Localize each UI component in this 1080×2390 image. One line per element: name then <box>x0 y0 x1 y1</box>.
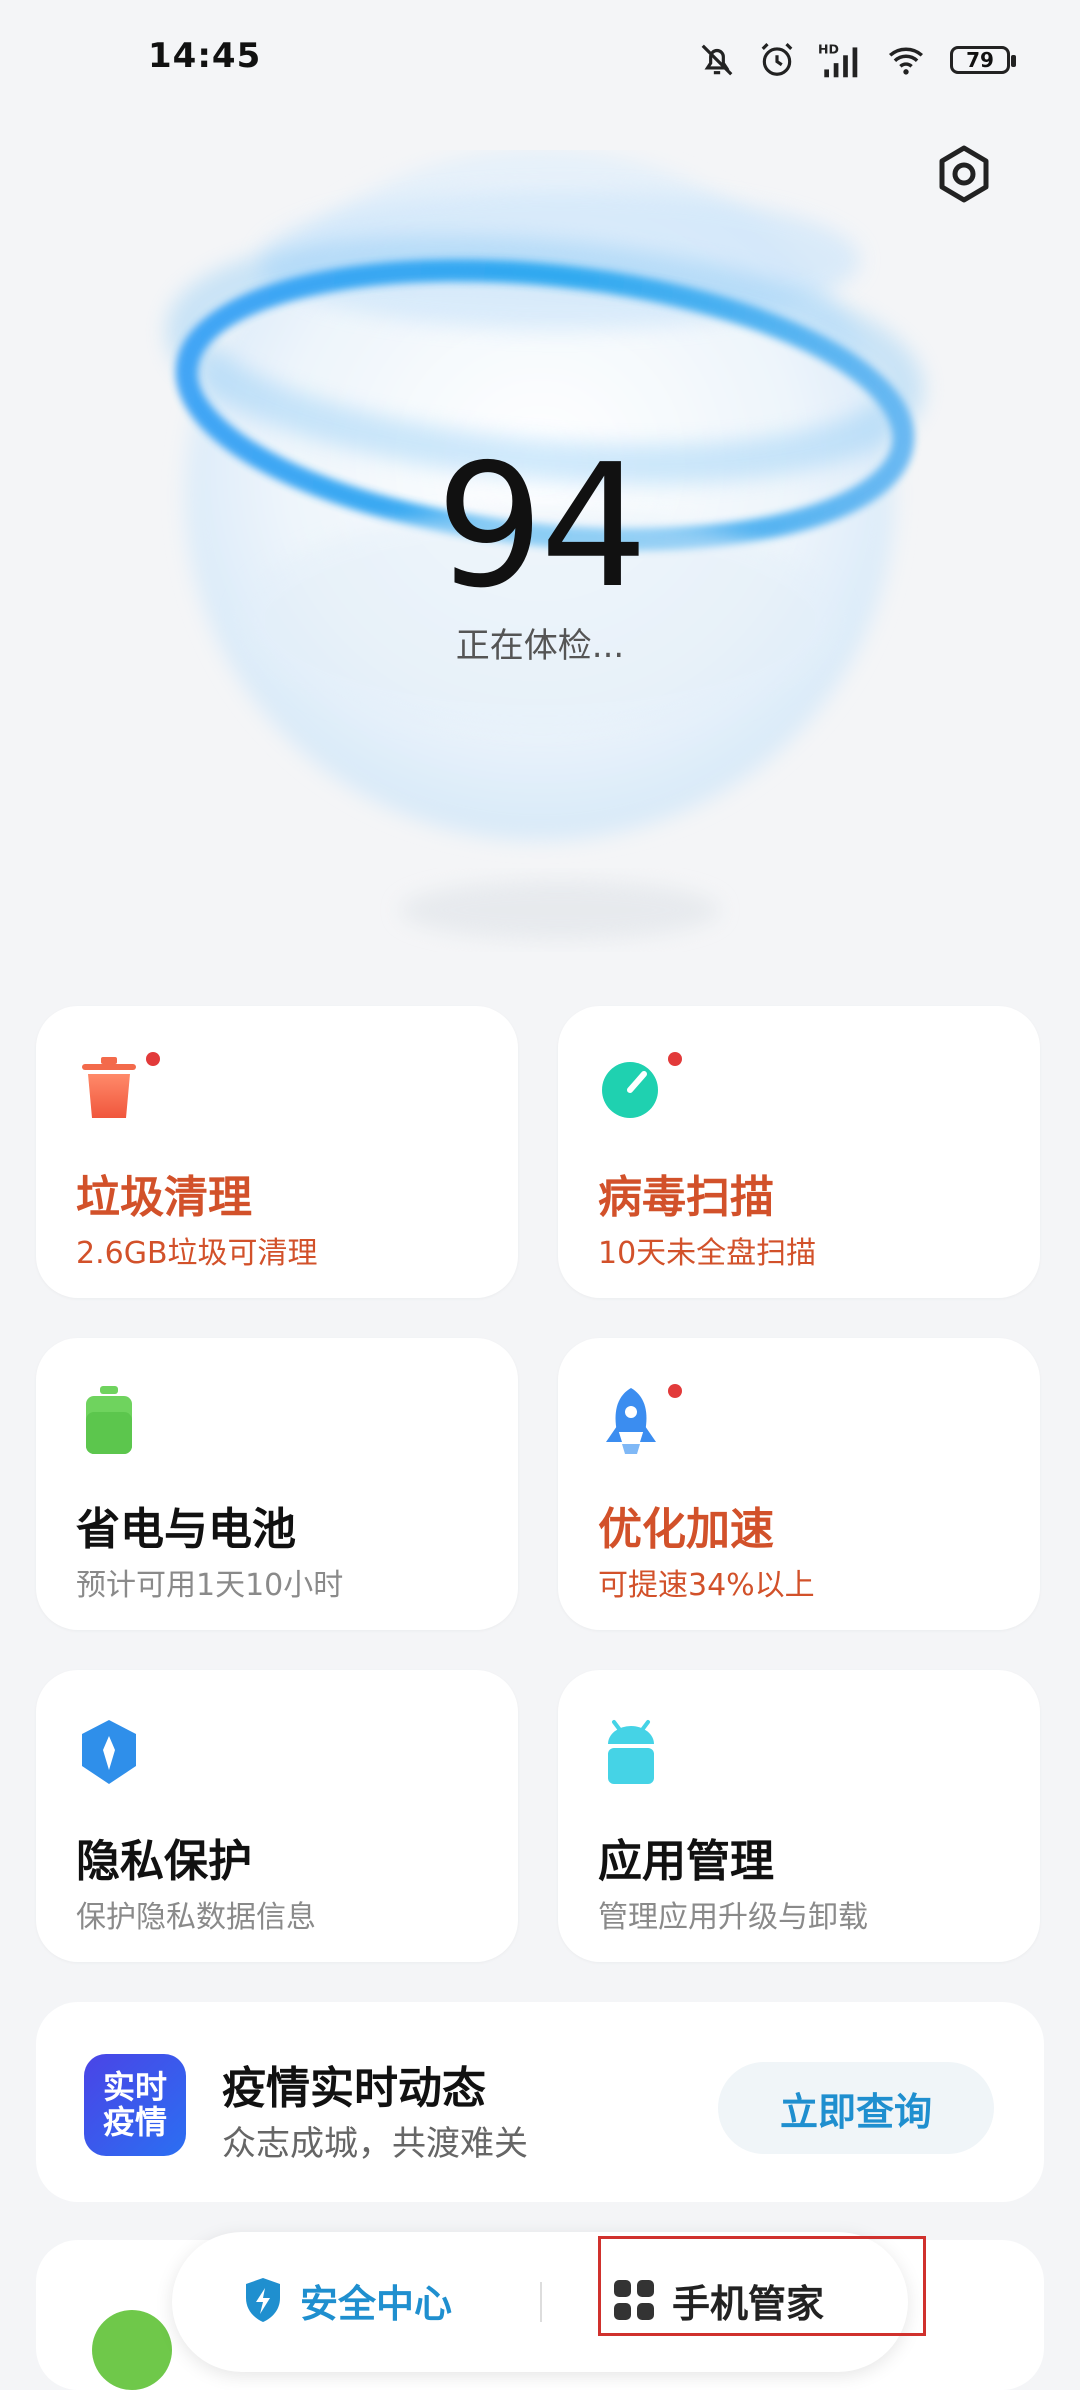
svg-text:HD: HD <box>818 42 839 57</box>
card-app-manage[interactable]: 应用管理 管理应用升级与卸载 <box>558 1670 1040 1962</box>
card-subtitle: 10天未全盘扫描 <box>598 1236 817 1271</box>
red-dot-badge <box>668 1052 682 1066</box>
card-subtitle: 管理应用升级与卸载 <box>598 1900 868 1935</box>
status-time: 14:45 <box>148 36 262 76</box>
shield-lightning-icon <box>246 2278 280 2322</box>
android-app-icon <box>608 1720 654 1784</box>
card-virus-scan[interactable]: 病毒扫描 10天未全盘扫描 <box>558 1006 1040 1298</box>
card-junk-clean[interactable]: 垃圾清理 2.6GB垃圾可清理 <box>36 1006 518 1298</box>
hd-signal-icon: HD <box>818 42 858 78</box>
card-optimize-boost[interactable]: 优化加速 可提速34%以上 <box>558 1338 1040 1630</box>
card-subtitle: 保护隐私数据信息 <box>76 1900 316 1935</box>
privacy-shield-icon <box>82 1720 136 1784</box>
nav-divider <box>540 2282 542 2322</box>
health-score: 94 <box>435 428 648 626</box>
banner-title: 疫情实时动态 <box>222 2063 486 2114</box>
card-battery-saver[interactable]: 省电与电池 预计可用1天10小时 <box>36 1338 518 1630</box>
banner-icon-text-2: 疫情 <box>102 2103 167 2141</box>
epidemic-banner[interactable]: 实时 疫情 疫情实时动态 众志成城，共渡难关 立即查询 <box>36 2002 1044 2202</box>
selection-highlight-box <box>598 2236 926 2336</box>
tab-label: 安全中心 <box>300 2281 453 2326</box>
card-title: 优化加速 <box>598 1504 774 1555</box>
card-subtitle: 预计可用1天10小时 <box>76 1568 344 1603</box>
battery-level: 79 <box>966 48 994 72</box>
scan-status-label: 正在体检... <box>455 626 625 666</box>
alarm-icon <box>761 43 793 76</box>
rocket-icon <box>606 1388 656 1454</box>
card-subtitle: 2.6GB垃圾可清理 <box>76 1236 318 1271</box>
card-privacy-protect[interactable]: 隐私保护 保护隐私数据信息 <box>36 1670 518 1962</box>
card-title: 病毒扫描 <box>598 1172 774 1223</box>
green-circle-icon <box>92 2310 172 2390</box>
card-title: 省电与电池 <box>76 1504 296 1555</box>
battery-saver-icon <box>86 1386 132 1454</box>
red-dot-badge <box>668 1384 682 1398</box>
banner-icon-text-1: 实时 <box>102 2067 167 2106</box>
health-score-hero: 94 正在体检... <box>0 150 1080 1000</box>
card-title: 应用管理 <box>598 1836 774 1887</box>
epidemic-app-icon: 实时 疫情 <box>84 2054 186 2156</box>
card-title: 隐私保护 <box>76 1836 252 1887</box>
tab-security-center[interactable]: 安全中心 <box>242 2270 452 2330</box>
card-title: 垃圾清理 <box>76 1172 252 1223</box>
status-icons: HD 79 <box>698 36 1016 84</box>
virus-scan-icon <box>602 1062 658 1118</box>
card-subtitle: 可提速34%以上 <box>598 1568 815 1603</box>
wifi-icon <box>889 47 923 75</box>
query-now-button[interactable]: 立即查询 <box>718 2062 994 2154</box>
mute-icon <box>701 44 733 76</box>
red-dot-badge <box>146 1052 160 1066</box>
battery-icon: 79 <box>950 46 1016 74</box>
status-bar: 14:45 HD 79 <box>0 0 1080 120</box>
trash-icon <box>82 1057 136 1118</box>
banner-subtitle: 众志成城，共渡难关 <box>222 2124 528 2164</box>
